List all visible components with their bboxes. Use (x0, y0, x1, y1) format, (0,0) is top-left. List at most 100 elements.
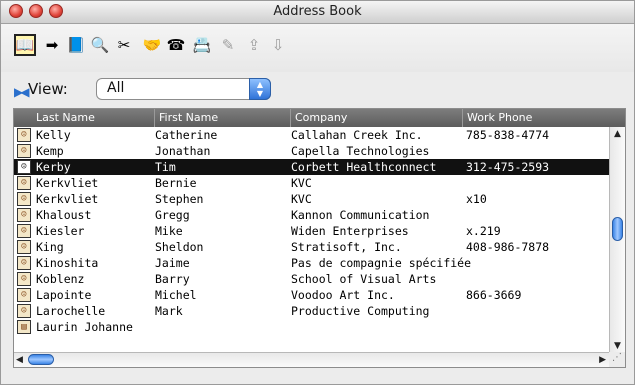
collapse-arrows-icon[interactable]: ▶◀ (14, 85, 30, 99)
card-icon[interactable]: 📇 (191, 34, 213, 56)
table-row[interactable]: ▤ Laurin Johanne (14, 319, 610, 335)
contact-card-icon: ☺ (17, 176, 31, 190)
contact-card-icon: ☺ (17, 224, 31, 238)
table-row[interactable]: ☺ Lapointe Michel Voodoo Art Inc. 866-3669 (14, 287, 610, 303)
cell-last: Kerkvliet (36, 176, 99, 190)
import-disabled-icon[interactable]: ⇩ (267, 34, 289, 56)
contact-card-icon: ☺ (17, 288, 31, 302)
vertical-scroll-thumb[interactable] (612, 217, 623, 241)
phone-icon[interactable]: ☎ (165, 34, 187, 56)
cell-phone: 408-986-7878 (466, 240, 550, 254)
vcard-icon: ▤ (17, 320, 31, 334)
contact-card-icon: ☺ (17, 208, 31, 222)
view-select[interactable]: All ▲ ▼ (96, 78, 271, 100)
cell-first: Jaime (155, 256, 190, 270)
cell-first: Michel (155, 288, 197, 302)
view-select-value: All (107, 80, 125, 96)
table-row[interactable]: ☺ Kelly Catherine Callahan Creek Inc. 785-83… (14, 127, 610, 143)
view-row: ▶◀ View: All ▲ ▼ (1, 72, 634, 108)
cell-company: Widen Enterprises (291, 224, 409, 238)
cell-last: Kelly (36, 128, 71, 142)
chevron-updown-icon[interactable]: ▲ ▼ (249, 78, 271, 100)
column-header-company[interactable]: Company (290, 109, 462, 127)
cell-first: Tim (155, 160, 176, 174)
table-row[interactable]: ☺ Larochelle Mark Productive Computing (14, 303, 610, 319)
cell-company: Productive Computing (291, 304, 430, 318)
cell-last: Koblenz (36, 272, 85, 286)
cell-first: Gregg (155, 208, 190, 222)
cell-company: Pas de compagnie spécifiée (291, 256, 472, 270)
cell-last: Kinoshita (36, 256, 99, 270)
cell-company: Capella Technologies (291, 144, 430, 158)
table-row[interactable]: ☺ Kinoshita Jaime Pas de compagnie spécifié… (14, 255, 610, 271)
cell-company: Callahan Creek Inc. (291, 128, 423, 142)
cell-last: Kerkvliet (36, 192, 99, 206)
note-disabled-icon[interactable]: ✎ (217, 34, 239, 56)
contact-card-icon: ☺ (17, 128, 31, 142)
table-row[interactable]: ☺ Koblenz Barry School of Visual Arts (14, 271, 610, 287)
cell-first: Catherine (155, 128, 218, 142)
cell-last: Larochelle (36, 304, 106, 318)
contact-card-icon: ☺ (17, 240, 31, 254)
window-title: Address Book (273, 4, 362, 19)
scroll-up-icon[interactable]: ▲ (614, 129, 621, 139)
scroll-left-icon[interactable]: ◀ (16, 355, 23, 365)
horizontal-scroll-thumb[interactable] (28, 354, 54, 365)
cell-first: Bernie (155, 176, 197, 190)
view-label: View: (28, 80, 68, 98)
column-header-first-name[interactable]: First Name (154, 109, 290, 127)
open-book-icon[interactable]: 📘 (65, 34, 87, 56)
cell-company: Corbett Healthconnect (291, 160, 437, 174)
cell-company: KVC (291, 176, 312, 190)
cell-phone: x.219 (466, 224, 501, 238)
cell-last: Lapointe (36, 288, 92, 302)
cell-first: Barry (155, 272, 190, 286)
scroll-down-icon[interactable]: ▼ (614, 341, 621, 351)
contact-card-icon: ☺ (17, 192, 31, 206)
column-header-last-name[interactable]: Last Name (14, 109, 154, 127)
handshake-icon[interactable]: 🤝 (141, 34, 163, 56)
vertical-scrollbar[interactable]: ▲ ▼ (609, 127, 625, 353)
title-bar[interactable]: Address Book (1, 1, 634, 24)
contact-card-icon: ☺ (17, 272, 31, 286)
cell-company: Stratisoft, Inc. (291, 240, 402, 254)
cell-first: Jonathan (155, 144, 211, 158)
horizontal-scrollbar[interactable]: ◀ ▶ (14, 352, 610, 367)
magnifier-icon[interactable]: 🔍 (89, 34, 111, 56)
table-row[interactable]: ☺ Kerby Tim Corbett Healthconnect 312-475-25… (14, 159, 610, 175)
cell-last: Kerby (36, 160, 71, 174)
table-row[interactable]: ☺ Kerkvliet Bernie KVC (14, 175, 610, 191)
cell-last: Laurin Johanne (36, 320, 133, 334)
cell-company: School of Visual Arts (291, 272, 437, 286)
export-disabled-icon[interactable]: ⇪ (243, 34, 265, 56)
arrow-right-icon[interactable]: ➡ (41, 34, 63, 56)
contact-card-icon: ☺ (17, 304, 31, 318)
scissors-icon[interactable]: ✂ (113, 34, 135, 56)
contact-card-icon: ☺ (17, 144, 31, 158)
cell-phone: 866-3669 (466, 288, 522, 302)
scroll-right-icon[interactable]: ▶ (599, 355, 606, 365)
column-header-work-phone[interactable]: Work Phone (462, 109, 625, 127)
cell-last: King (36, 240, 64, 254)
table-row[interactable]: ☺ Khaloust Gregg Kannon Communication (14, 207, 610, 223)
toolbar: 📖 ➡ 📘 🔍 ✂ 🤝 ☎ 📇 ✎ ⇪ ⇩ (1, 24, 634, 72)
cell-phone: 785-838-4774 (466, 128, 550, 142)
table-row[interactable]: ☺ King Sheldon Stratisoft, Inc. 408-986-7878 (14, 239, 610, 255)
table-row[interactable]: ☺ Kerkvliet Stephen KVC x10 (14, 191, 610, 207)
cell-first: Sheldon (155, 240, 204, 254)
resize-grip-icon[interactable]: ⋰ (609, 352, 625, 367)
cell-first: Mike (155, 224, 183, 238)
address-book-icon[interactable]: 📖 (14, 34, 36, 56)
cell-company: KVC (291, 192, 312, 206)
cell-phone: x10 (466, 192, 487, 206)
table-row[interactable]: ☺ Kiesler Mike Widen Enterprises x.219 (14, 223, 610, 239)
table-row[interactable]: ☺ Kemp Jonathan Capella Technologies (14, 143, 610, 159)
contact-card-icon: ☺ (17, 160, 31, 174)
contact-card-icon: ☺ (17, 256, 31, 270)
cell-first: Mark (155, 304, 183, 318)
cell-last: Khaloust (36, 208, 92, 222)
cell-company: Kannon Communication (291, 208, 430, 222)
cell-company: Voodoo Art Inc. (291, 288, 395, 302)
cell-first: Stephen (155, 192, 204, 206)
cell-last: Kiesler (36, 224, 85, 238)
